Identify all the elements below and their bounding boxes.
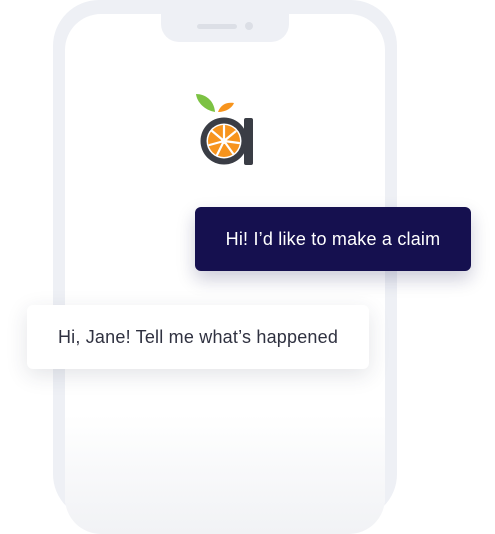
speaker-grille — [197, 24, 237, 29]
chat-message-bot: Hi, Jane! Tell me what’s happened — [27, 305, 369, 369]
leaf-icon — [196, 94, 215, 112]
orange-slice-logo-icon: a — [196, 94, 253, 165]
phone-notch — [161, 14, 289, 42]
stem-icon — [218, 102, 234, 112]
chat-message-user-text: Hi! I’d like to make a claim — [225, 228, 441, 249]
chat-message-bot-text: Hi, Jane! Tell me what’s happened — [57, 326, 339, 347]
front-camera — [245, 22, 253, 30]
chat-message-user: Hi! I’d like to make a claim — [195, 207, 471, 271]
screen-fade — [65, 414, 385, 534]
